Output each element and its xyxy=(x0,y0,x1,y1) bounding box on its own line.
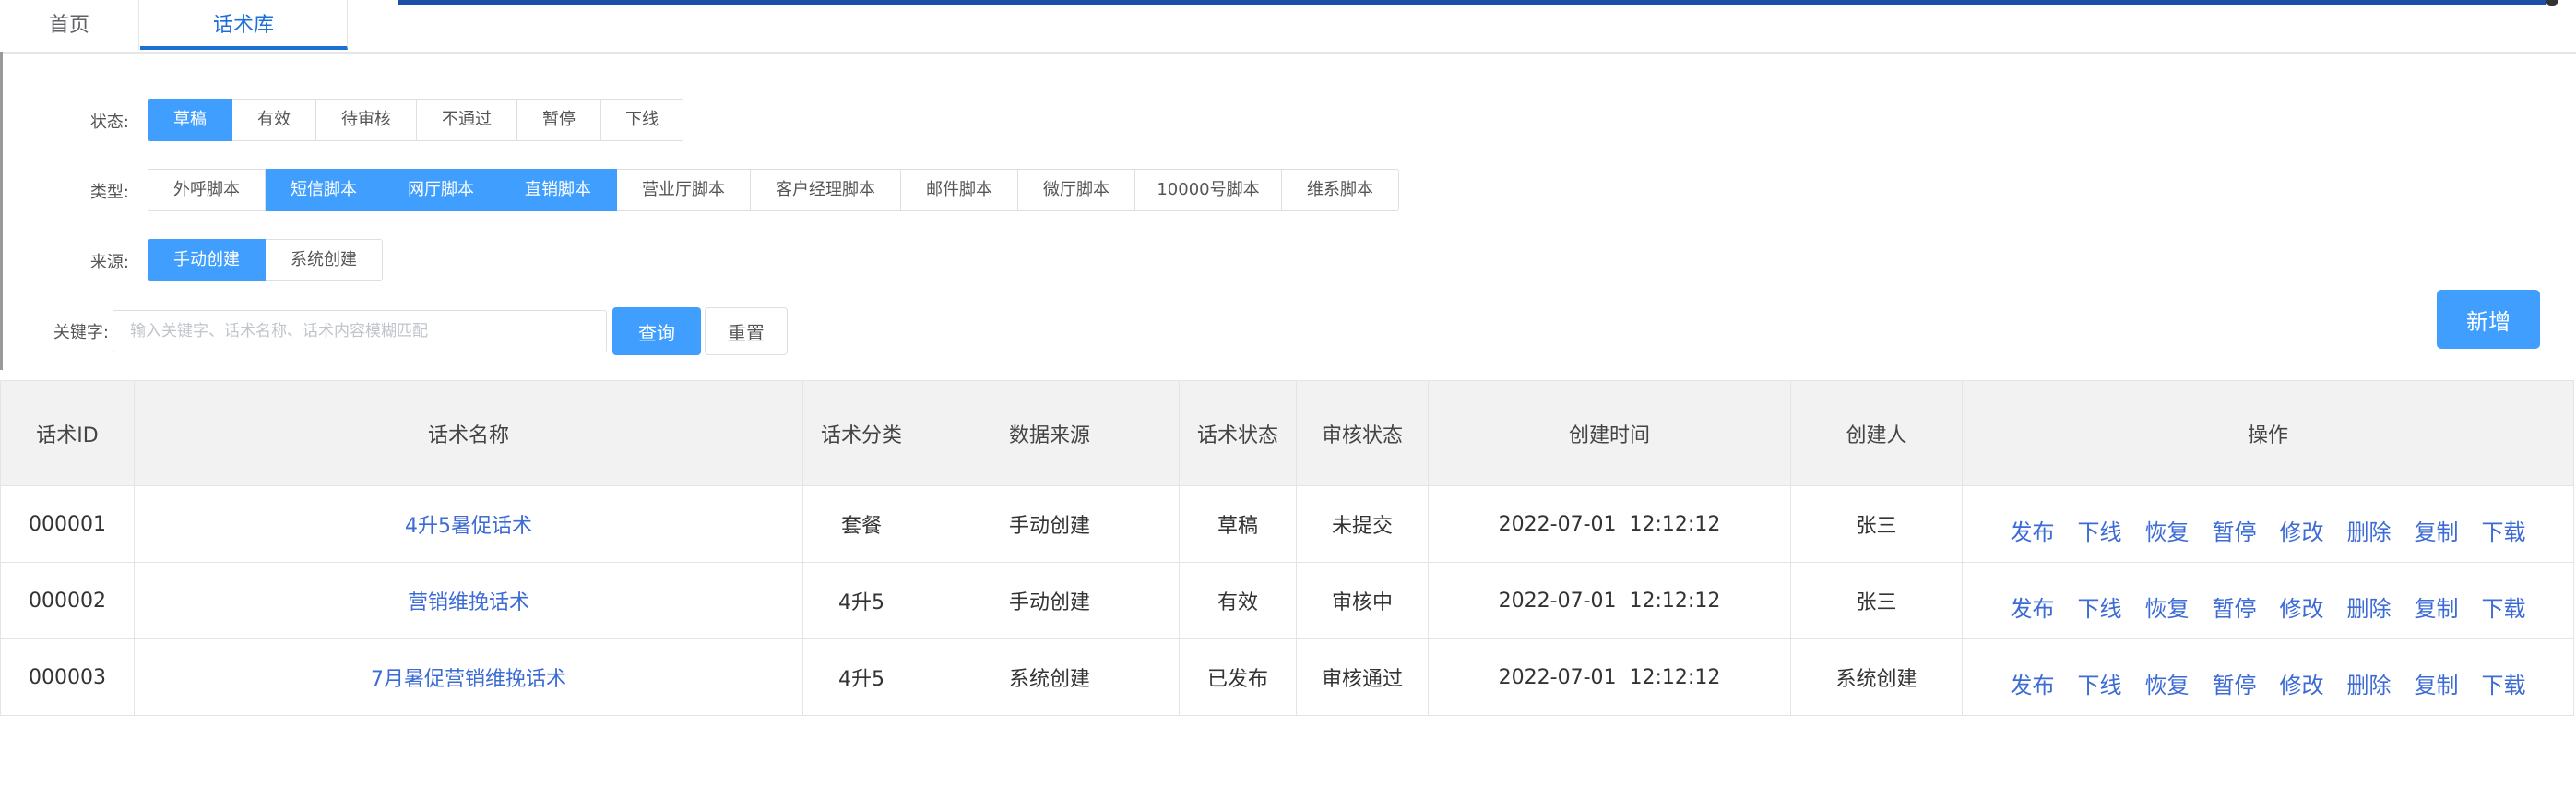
keyword-input[interactable] xyxy=(113,310,607,352)
cell-created: 2022-07-01 12:12:12 xyxy=(1428,485,1791,563)
source-filter-group: 手动创建 系统创建 xyxy=(148,239,383,281)
tab-script-library[interactable]: 话术库 xyxy=(140,0,348,50)
column-header-created: 创建时间 xyxy=(1428,380,1791,486)
action-copy[interactable]: 复制 xyxy=(2415,673,2459,698)
add-button[interactable]: 新增 xyxy=(2437,290,2540,349)
table-row: 000002 营销维挽话术 4升5 手动创建 有效 审核中 2022-07-01… xyxy=(0,562,2574,639)
table-row: 000001 4升5暑促话术 套餐 手动创建 草稿 未提交 2022-07-01… xyxy=(0,485,2574,563)
status-option-draft[interactable]: 草稿 xyxy=(148,99,232,141)
type-option-10000[interactable]: 10000号脚本 xyxy=(1135,169,1282,211)
action-copy[interactable]: 复制 xyxy=(2415,596,2459,622)
action-download[interactable]: 下载 xyxy=(2482,673,2526,698)
column-header-source: 数据来源 xyxy=(920,380,1180,486)
cell-name-link[interactable]: 7月暑促营销维挽话术 xyxy=(134,638,803,716)
status-option-pending[interactable]: 待审核 xyxy=(316,99,417,141)
cell-name-link[interactable]: 4升5暑促话术 xyxy=(134,485,803,563)
cell-actions: 发布 下线 恢复 暂停 修改 删除 复制 下载 xyxy=(1962,562,2574,639)
status-option-valid[interactable]: 有效 xyxy=(232,99,316,141)
type-option-manager[interactable]: 客户经理脚本 xyxy=(751,169,901,211)
type-option-retention[interactable]: 维系脚本 xyxy=(1282,169,1399,211)
cell-id: 000003 xyxy=(0,638,135,716)
table-row: 000003 7月暑促营销维挽话术 4升5 系统创建 已发布 审核通过 2022… xyxy=(0,638,2574,716)
action-restore[interactable]: 恢复 xyxy=(2145,596,2190,622)
action-copy[interactable]: 复制 xyxy=(2415,519,2459,545)
column-header-category: 话术分类 xyxy=(802,380,920,486)
source-option-system[interactable]: 系统创建 xyxy=(266,239,383,281)
cell-actions: 发布 下线 恢复 暂停 修改 删除 复制 下载 xyxy=(1962,638,2574,716)
type-filter-group: 外呼脚本 短信脚本 网厅脚本 直销脚本 营业厅脚本 客户经理脚本 邮件脚本 微厅… xyxy=(148,169,1399,211)
column-header-actions: 操作 xyxy=(1962,380,2574,486)
top-progress-bar xyxy=(398,0,2546,5)
action-offline[interactable]: 下线 xyxy=(2078,596,2122,622)
action-restore[interactable]: 恢复 xyxy=(2145,519,2190,545)
cell-status: 有效 xyxy=(1179,562,1297,639)
action-offline[interactable]: 下线 xyxy=(2078,673,2122,698)
cell-category: 4升5 xyxy=(802,562,920,639)
action-delete[interactable]: 删除 xyxy=(2347,673,2392,698)
cell-review: 审核中 xyxy=(1296,562,1429,639)
type-option-micro-hall[interactable]: 微厅脚本 xyxy=(1018,169,1135,211)
action-download[interactable]: 下载 xyxy=(2482,519,2526,545)
cell-actions: 发布 下线 恢复 暂停 修改 删除 复制 下载 xyxy=(1962,485,2574,563)
cell-category: 套餐 xyxy=(802,485,920,563)
action-edit[interactable]: 修改 xyxy=(2280,673,2324,698)
tab-home[interactable]: 首页 xyxy=(0,0,139,50)
cell-name-link[interactable]: 营销维挽话术 xyxy=(134,562,803,639)
source-filter-label: 来源: xyxy=(89,253,129,272)
action-delete[interactable]: 删除 xyxy=(2347,519,2392,545)
action-offline[interactable]: 下线 xyxy=(2078,519,2122,545)
cell-status: 已发布 xyxy=(1179,638,1297,716)
status-option-rejected[interactable]: 不通过 xyxy=(417,99,517,141)
table-header-row: 话术ID 话术名称 话术分类 数据来源 话术状态 审核状态 创建时间 创建人 操… xyxy=(0,380,2574,486)
cell-id: 000002 xyxy=(0,562,135,639)
column-header-name: 话术名称 xyxy=(134,380,803,486)
cell-review: 未提交 xyxy=(1296,485,1429,563)
status-option-paused[interactable]: 暂停 xyxy=(517,99,601,141)
action-publish[interactable]: 发布 xyxy=(2011,519,2055,545)
type-option-direct[interactable]: 直销脚本 xyxy=(500,169,617,211)
status-filter-group: 草稿 有效 待审核 不通过 暂停 下线 xyxy=(148,99,683,141)
column-header-review: 审核状态 xyxy=(1296,380,1429,486)
action-pause[interactable]: 暂停 xyxy=(2213,519,2257,545)
cell-created: 2022-07-01 12:12:12 xyxy=(1428,638,1791,716)
cell-source: 系统创建 xyxy=(920,638,1180,716)
status-filter-label: 状态: xyxy=(89,113,129,132)
cell-creator: 系统创建 xyxy=(1790,638,1963,716)
keyword-label: 关键字: xyxy=(53,323,109,342)
type-option-sms[interactable]: 短信脚本 xyxy=(266,169,383,211)
reset-button[interactable]: 重置 xyxy=(705,307,788,355)
column-header-creator: 创建人 xyxy=(1790,380,1963,486)
type-option-outbound[interactable]: 外呼脚本 xyxy=(148,169,266,211)
cell-category: 4升5 xyxy=(802,638,920,716)
action-delete[interactable]: 删除 xyxy=(2347,596,2392,622)
cell-creator: 张三 xyxy=(1790,485,1963,563)
column-header-id: 话术ID xyxy=(0,380,135,486)
action-pause[interactable]: 暂停 xyxy=(2213,596,2257,622)
cell-review: 审核通过 xyxy=(1296,638,1429,716)
cell-status: 草稿 xyxy=(1179,485,1297,563)
type-option-web-hall[interactable]: 网厅脚本 xyxy=(383,169,500,211)
action-edit[interactable]: 修改 xyxy=(2280,519,2324,545)
action-edit[interactable]: 修改 xyxy=(2280,596,2324,622)
action-pause[interactable]: 暂停 xyxy=(2213,673,2257,698)
type-option-email[interactable]: 邮件脚本 xyxy=(901,169,1018,211)
action-publish[interactable]: 发布 xyxy=(2011,596,2055,622)
action-publish[interactable]: 发布 xyxy=(2011,673,2055,698)
cell-created: 2022-07-01 12:12:12 xyxy=(1428,562,1791,639)
cell-source: 手动创建 xyxy=(920,562,1180,639)
tab-bar: 首页 话术库 xyxy=(0,0,2576,54)
cell-source: 手动创建 xyxy=(920,485,1180,563)
type-filter-label: 类型: xyxy=(89,183,129,202)
cell-id: 000001 xyxy=(0,485,135,563)
action-restore[interactable]: 恢复 xyxy=(2145,673,2190,698)
cell-creator: 张三 xyxy=(1790,562,1963,639)
query-button[interactable]: 查询 xyxy=(612,307,701,355)
column-header-status: 话术状态 xyxy=(1179,380,1297,486)
status-option-offline[interactable]: 下线 xyxy=(601,99,683,141)
action-download[interactable]: 下载 xyxy=(2482,596,2526,622)
script-table: 话术ID 话术名称 话术分类 数据来源 话术状态 审核状态 创建时间 创建人 操… xyxy=(0,380,2574,716)
type-option-store[interactable]: 营业厅脚本 xyxy=(617,169,751,211)
source-option-manual[interactable]: 手动创建 xyxy=(148,239,266,281)
